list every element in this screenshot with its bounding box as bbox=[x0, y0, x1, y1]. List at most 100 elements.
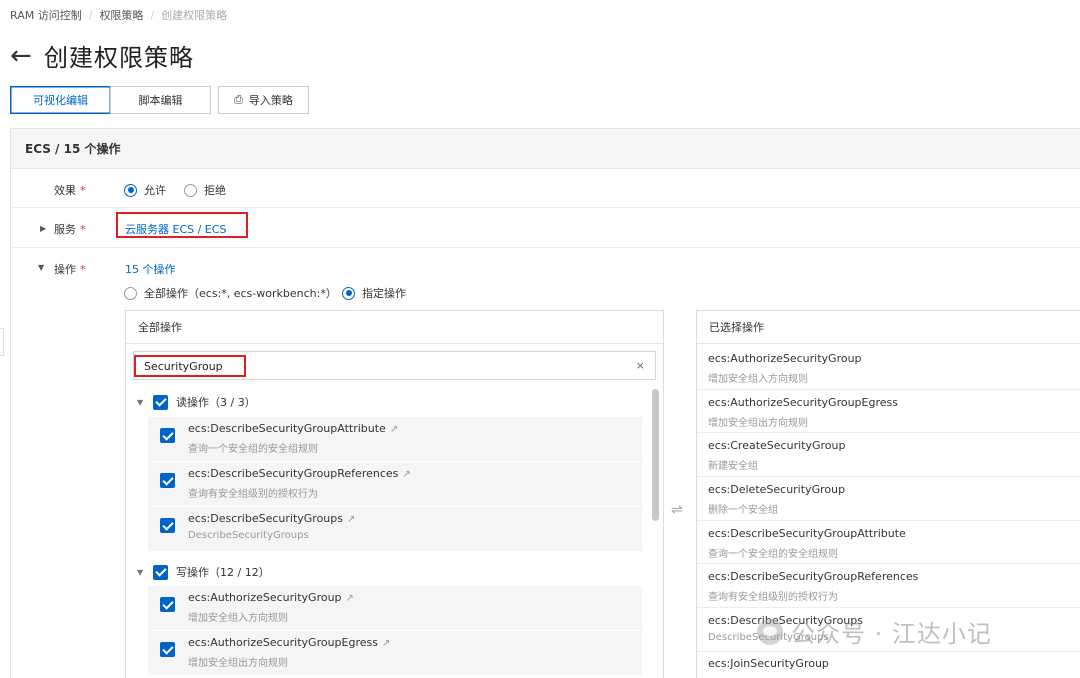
selected-item: ecs:AuthorizeSecurityGroup 增加安全组入方向规则 bbox=[708, 352, 1080, 385]
row-divider bbox=[697, 607, 1080, 608]
wechat-icon bbox=[757, 618, 783, 645]
group-read[interactable]: ▼ 读操作（3 / 3） bbox=[137, 394, 256, 410]
radio-unchecked-icon bbox=[124, 286, 137, 300]
effect-allow-radio[interactable]: 允许 bbox=[124, 182, 166, 198]
row-divider bbox=[697, 520, 1080, 521]
checkbox-checked-icon[interactable] bbox=[160, 518, 175, 533]
breadcrumb-item-current: 创建权限策略 bbox=[161, 9, 228, 22]
service-link[interactable]: 云服务器 ECS / ECS bbox=[125, 221, 226, 237]
group-write-label: 写操作（12 / 12） bbox=[176, 566, 270, 579]
effect-allow-label: 允许 bbox=[144, 184, 166, 197]
action-count: 15 个操作 bbox=[125, 263, 176, 276]
page-title: 创建权限策略 bbox=[44, 44, 194, 72]
action-desc: DescribeSecurityGroups bbox=[188, 530, 309, 541]
list-item[interactable]: ecs:AuthorizeSecurityGroup ↗ 增加安全组入方向规则 bbox=[148, 586, 642, 630]
breadcrumb-item-ram[interactable]: RAM 访问控制 bbox=[10, 7, 82, 23]
action-name: ecs:DescribeSecurityGroupAttribute bbox=[708, 527, 906, 540]
tab-visual-editor[interactable]: 可视化编辑 bbox=[10, 86, 111, 114]
required-mark: * bbox=[80, 223, 86, 236]
external-link-icon[interactable]: ↗ bbox=[382, 638, 390, 649]
action-name: ecs:DescribeSecurityGroups bbox=[188, 512, 343, 525]
effect-label-text: 效果 bbox=[54, 184, 76, 197]
action-desc: 增加安全组入方向规则 bbox=[708, 374, 808, 385]
selected-item: ecs:JoinSecurityGroup bbox=[708, 657, 1080, 670]
action-desc: 查询有安全组级别的授权行为 bbox=[188, 489, 318, 500]
checkbox-checked-icon[interactable] bbox=[160, 428, 175, 443]
action-desc: 查询一个安全组的安全组规则 bbox=[708, 549, 838, 560]
selected-item: ecs:AuthorizeSecurityGroupEgress 增加安全组出方… bbox=[708, 396, 1080, 429]
action-name: ecs:JoinSecurityGroup bbox=[708, 657, 829, 670]
arrow-left-icon[interactable]: ← bbox=[10, 41, 40, 71]
action-name: ecs:DescribeSecurityGroupAttribute bbox=[188, 422, 386, 435]
all-actions-radio[interactable]: 全部操作（ecs:*, ecs-workbench:*） bbox=[124, 285, 337, 301]
transfer-icon: ⇌ bbox=[671, 502, 683, 518]
checkbox-checked-icon[interactable] bbox=[153, 394, 168, 410]
watermark-text: 公众号 · 江达小记 bbox=[791, 620, 992, 648]
row-divider bbox=[697, 389, 1080, 390]
page-header: ← 创建权限策略 bbox=[10, 38, 194, 73]
external-link-icon[interactable]: ↗ bbox=[347, 514, 355, 525]
group-read-label: 读操作（3 / 3） bbox=[176, 396, 256, 409]
service-label-text: 服务 bbox=[54, 223, 76, 236]
action-name: ecs:DescribeSecurityGroupReferences bbox=[188, 467, 399, 480]
selected-item: ecs:DescribeSecurityGroupAttribute 查询一个安… bbox=[708, 527, 1080, 560]
side-panel-handle[interactable] bbox=[0, 328, 4, 356]
external-link-icon[interactable]: ↗ bbox=[346, 593, 354, 604]
action-label-text: 操作 bbox=[54, 263, 76, 276]
list-item[interactable]: ecs:DescribeSecurityGroups ↗ DescribeSecu… bbox=[148, 507, 642, 551]
checkbox-checked-icon[interactable] bbox=[160, 473, 175, 488]
breadcrumb-item-policies[interactable]: 权限策略 bbox=[99, 7, 143, 23]
action-desc: 增加安全组出方向规则 bbox=[708, 418, 808, 429]
required-mark: * bbox=[80, 263, 86, 276]
action-name: ecs:DescribeSecurityGroupReferences bbox=[708, 570, 919, 583]
effect-deny-radio[interactable]: 拒绝 bbox=[184, 182, 226, 198]
specific-actions-label: 指定操作 bbox=[362, 287, 406, 300]
row-divider bbox=[697, 563, 1080, 564]
radio-checked-icon bbox=[124, 183, 137, 197]
group-write[interactable]: ▼ 写操作（12 / 12） bbox=[137, 564, 270, 580]
selected-item: ecs:DeleteSecurityGroup 删除一个安全组 bbox=[708, 483, 1080, 516]
radio-checked-icon bbox=[342, 286, 355, 300]
action-name: ecs:AuthorizeSecurityGroup bbox=[708, 352, 862, 365]
action-desc: 查询一个安全组的安全组规则 bbox=[188, 444, 318, 455]
external-link-icon[interactable]: ↗ bbox=[390, 424, 398, 435]
action-desc: 增加安全组入方向规则 bbox=[188, 613, 288, 624]
caret-down-icon[interactable]: ▼ bbox=[137, 568, 153, 577]
action-name: ecs:AuthorizeSecurityGroup bbox=[188, 591, 342, 604]
row-divider bbox=[11, 207, 1080, 208]
action-name: ecs:AuthorizeSecurityGroupEgress bbox=[188, 636, 378, 649]
all-actions-label: 全部操作（ecs:*, ecs-workbench:*） bbox=[144, 287, 337, 300]
action-label: 操作 * bbox=[54, 261, 86, 277]
statement-header: ECS / 15 个操作 bbox=[11, 129, 1080, 169]
import-policy-label: 导入策略 bbox=[248, 94, 293, 107]
import-policy-button[interactable]: ⎙ 导入策略 bbox=[218, 86, 309, 114]
list-item[interactable]: ecs:DescribeSecurityGroupAttribute ↗ 查询一个… bbox=[148, 417, 642, 461]
import-icon: ⎙ bbox=[234, 93, 243, 106]
action-desc: 查询有安全组级别的授权行为 bbox=[708, 592, 838, 603]
search-highlight-box bbox=[134, 355, 246, 377]
external-link-icon[interactable]: ↗ bbox=[402, 469, 410, 480]
clear-icon[interactable]: × bbox=[636, 359, 645, 372]
all-actions-title: 全部操作 bbox=[126, 311, 663, 344]
breadcrumb-separator: / bbox=[88, 8, 93, 22]
effect-deny-label: 拒绝 bbox=[204, 184, 226, 197]
action-name: ecs:CreateSecurityGroup bbox=[708, 439, 846, 452]
caret-down-icon[interactable]: ▼ bbox=[38, 263, 44, 272]
scrollbar-thumb[interactable] bbox=[652, 389, 659, 521]
required-mark: * bbox=[80, 184, 86, 197]
caret-right-icon[interactable]: ▶ bbox=[40, 224, 46, 233]
specific-actions-radio[interactable]: 指定操作 bbox=[342, 285, 406, 301]
tab-script-editor[interactable]: 脚本编辑 bbox=[110, 86, 211, 114]
list-item[interactable]: ecs:AuthorizeSecurityGroupEgress ↗ 增加安全组出… bbox=[148, 631, 642, 675]
checkbox-checked-icon[interactable] bbox=[160, 597, 175, 612]
service-label: 服务 * bbox=[54, 221, 86, 237]
action-desc: 增加安全组出方向规则 bbox=[188, 658, 288, 669]
caret-down-icon[interactable]: ▼ bbox=[137, 398, 153, 407]
row-divider bbox=[697, 651, 1080, 652]
watermark: 公众号 · 江达小记 bbox=[757, 614, 992, 649]
checkbox-checked-icon[interactable] bbox=[153, 564, 168, 580]
row-divider bbox=[697, 432, 1080, 433]
list-item[interactable]: ecs:DescribeSecurityGroupReferences ↗ 查询有… bbox=[148, 462, 642, 506]
row-divider bbox=[11, 247, 1080, 248]
checkbox-checked-icon[interactable] bbox=[160, 642, 175, 657]
